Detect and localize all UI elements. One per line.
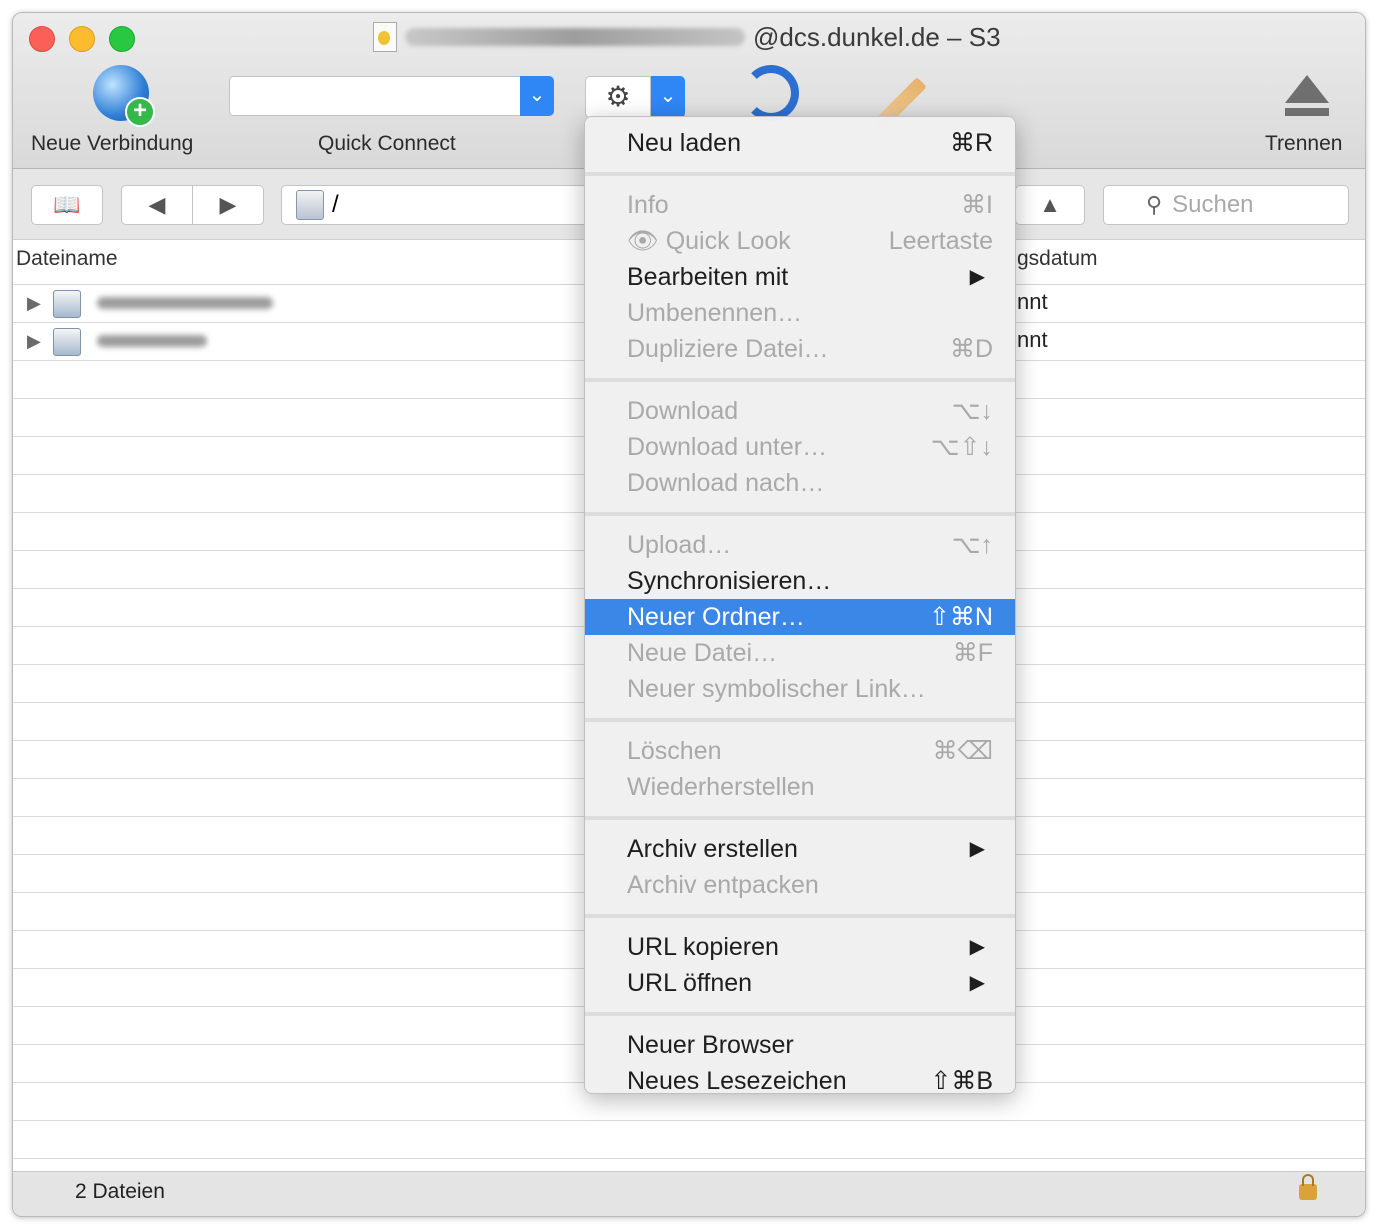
column-header-filename[interactable]: Dateiname	[16, 247, 118, 271]
parent-folder-button[interactable]: ▲	[1015, 185, 1085, 225]
menu-item-new-folder[interactable]: Neuer Ordner… ⇧⌘N	[585, 599, 1015, 635]
menu-shortcut: ⇧⌘B	[930, 1067, 993, 1094]
search-field[interactable]: ⚲ Suchen	[1103, 185, 1349, 225]
menu-item-download-as[interactable]: Download unter… ⌥⇧↓	[585, 429, 1015, 465]
forward-arrow-icon: ▶	[219, 192, 237, 217]
window-title: @dcs.dunkel.de – S3	[373, 19, 1001, 55]
book-icon: 📖	[53, 192, 81, 217]
s3-bucket-icon	[53, 290, 81, 318]
file-count: 2 Dateien	[75, 1180, 165, 1203]
menu-shortcut: ⌘D	[949, 335, 993, 363]
menu-item-quick-look[interactable]: 👁 Quick Look Leertaste	[585, 223, 1015, 259]
disclosure-triangle-icon[interactable]: ▶	[27, 293, 41, 314]
s3-bucket-icon	[53, 328, 81, 356]
zoom-window-button[interactable]	[109, 26, 135, 52]
menu-separator	[585, 816, 1015, 820]
row-date: nnt	[1017, 327, 1048, 352]
menu-item-download[interactable]: Download ⌥↓	[585, 393, 1015, 429]
eject-icon[interactable]	[1285, 75, 1329, 103]
menu-item-restore[interactable]: Wiederherstellen	[585, 769, 1015, 805]
row-date: nnt	[1017, 289, 1048, 314]
submenu-arrow-icon: ▶	[969, 838, 985, 860]
chevron-down-icon: ⌄	[528, 84, 546, 106]
menu-shortcut: ⌘⌫	[932, 737, 993, 765]
window-title-text: @dcs.dunkel.de – S3	[753, 21, 1001, 52]
menu-item-delete[interactable]: Löschen ⌘⌫	[585, 733, 1015, 769]
menu-shortcut: ⌥⇧↓	[930, 433, 993, 461]
plus-icon: +	[125, 97, 155, 127]
eye-icon: 👁	[627, 227, 666, 255]
menu-item-rename[interactable]: Umbenennen…	[585, 295, 1015, 331]
menu-shortcut: ⌥↑	[951, 531, 993, 559]
chevron-down-icon: ⌄	[659, 85, 677, 107]
menu-item-info[interactable]: Info ⌘I	[585, 187, 1015, 223]
quick-connect-label: Quick Connect	[318, 132, 456, 155]
action-menu: Neu laden ⌘R Info ⌘I 👁 Quick Look Leertaste…	[584, 116, 1016, 1094]
menu-item-open-url[interactable]: URL öffnen ▶	[585, 965, 1015, 1001]
menu-item-new-browser[interactable]: Neuer Browser	[585, 1027, 1015, 1063]
menu-item-extract-archive[interactable]: Archiv entpacken	[585, 867, 1015, 903]
new-connection-label[interactable]: Neue Verbindung	[31, 132, 193, 156]
menu-shortcut: ⌥↓	[951, 397, 993, 425]
search-icon: ⚲	[1146, 192, 1163, 217]
submenu-arrow-icon: ▶	[969, 936, 985, 958]
s3-drive-icon	[296, 190, 324, 220]
menu-item-new-file[interactable]: Neue Datei… ⌘F	[585, 635, 1015, 671]
menu-shortcut: ⌘F	[952, 639, 993, 667]
action-dropdown-button[interactable]: ⌄	[651, 76, 685, 118]
lock-icon[interactable]	[1299, 1174, 1317, 1200]
column-header-date[interactable]: gsdatum	[1017, 247, 1098, 271]
menu-separator	[585, 914, 1015, 918]
quick-connect-input[interactable]	[229, 76, 521, 116]
back-button[interactable]: ◀	[121, 185, 193, 225]
menu-shortcut: Leertaste	[888, 227, 993, 255]
menu-item-create-archive[interactable]: Archiv erstellen ▶	[585, 831, 1015, 867]
menu-shortcut: ⇧⌘N	[928, 603, 993, 631]
search-placeholder: Suchen	[1172, 191, 1254, 218]
eject-icon-bar	[1285, 108, 1329, 116]
path-text: /	[332, 191, 339, 218]
close-window-button[interactable]	[29, 26, 55, 52]
bookmarks-button[interactable]: 📖	[31, 185, 103, 225]
menu-item-new-symlink[interactable]: Neuer symbolischer Link…	[585, 671, 1015, 707]
menu-separator	[585, 172, 1015, 176]
menu-item-new-bookmark[interactable]: Neues Lesezeichen ⇧⌘B	[585, 1063, 1015, 1094]
menu-item-download-to[interactable]: Download nach…	[585, 465, 1015, 501]
menu-shortcut: ⌘I	[961, 191, 993, 219]
menu-item-synchronize[interactable]: Synchronisieren…	[585, 563, 1015, 599]
gear-icon: ⚙	[605, 81, 631, 112]
back-arrow-icon: ◀	[148, 192, 166, 217]
menu-separator	[585, 512, 1015, 516]
disclosure-triangle-icon[interactable]: ▶	[27, 331, 41, 352]
refresh-icon[interactable]	[743, 65, 799, 121]
disconnect-label[interactable]: Trennen	[1265, 132, 1342, 156]
menu-item-copy-url[interactable]: URL kopieren ▶	[585, 929, 1015, 965]
redacted-username	[405, 28, 745, 46]
redacted-filename	[97, 335, 207, 347]
menu-item-edit-with[interactable]: Bearbeiten mit ▶	[585, 259, 1015, 295]
submenu-arrow-icon: ▶	[969, 266, 985, 288]
empty-row	[13, 1121, 1365, 1159]
menu-separator	[585, 1012, 1015, 1016]
minimize-window-button[interactable]	[69, 26, 95, 52]
forward-button[interactable]: ▶	[192, 185, 264, 225]
submenu-arrow-icon: ▶	[969, 972, 985, 994]
action-button[interactable]: ⚙	[585, 76, 651, 118]
quick-connect-dropdown-button[interactable]: ⌄	[520, 76, 554, 116]
redacted-filename	[97, 297, 273, 309]
menu-separator	[585, 378, 1015, 382]
status-bar: 2 Dateien	[13, 1171, 1365, 1216]
menu-item-upload[interactable]: Upload… ⌥↑	[585, 527, 1015, 563]
menu-item-duplicate[interactable]: Dupliziere Datei… ⌘D	[585, 331, 1015, 367]
document-icon	[373, 22, 397, 52]
menu-separator	[585, 718, 1015, 722]
menu-item-reload[interactable]: Neu laden ⌘R	[585, 125, 1015, 161]
menu-shortcut: ⌘R	[949, 129, 993, 157]
up-arrow-icon: ▲	[1039, 192, 1061, 217]
